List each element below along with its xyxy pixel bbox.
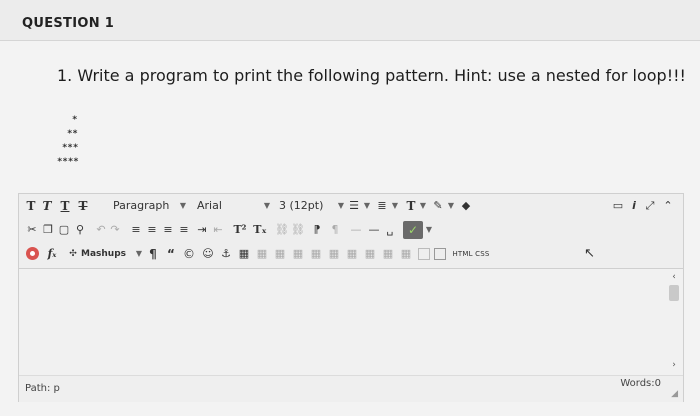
align-center-icon[interactable]: ≡	[145, 219, 159, 241]
horizontal-line-icon[interactable]: —	[349, 219, 363, 241]
fullscreen-icon[interactable]: ⤢	[643, 195, 657, 217]
formula-button[interactable]: fₓ	[43, 243, 61, 265]
table-split-icon[interactable]: ▦	[327, 243, 341, 265]
html-css-button[interactable]: HTML CSS	[451, 243, 491, 265]
scroll-thumb[interactable]	[669, 285, 679, 301]
pattern-line: *	[72, 115, 78, 125]
table-merge-icon[interactable]: ▦	[309, 243, 323, 265]
editor-content-area[interactable]	[19, 269, 683, 374]
ltr-icon[interactable]: ⁋	[309, 219, 325, 241]
copy-icon[interactable]: ❐	[41, 219, 55, 241]
copyright-button[interactable]: ©	[183, 243, 195, 265]
mouse-cursor-icon: ↖	[584, 246, 595, 261]
box-icon[interactable]	[417, 243, 431, 265]
resize-grip-icon[interactable]: ◢	[671, 389, 678, 399]
font-size-select[interactable]: 3 (12pt)	[279, 195, 331, 217]
chevron-down-icon[interactable]: ▼	[419, 195, 427, 217]
pattern-line: ****	[57, 157, 79, 167]
element-path: Path: p	[25, 383, 60, 394]
table-insert-icon[interactable]: ▦	[381, 243, 395, 265]
box-icon[interactable]	[433, 243, 447, 265]
editor-scrollbar[interactable]: ‹ ›	[667, 271, 681, 371]
table-delete-icon[interactable]: ▦	[345, 243, 359, 265]
strikethrough-button[interactable]: T	[77, 195, 89, 217]
record-icon[interactable]	[26, 247, 39, 260]
chevron-down-icon[interactable]: ▼	[391, 195, 399, 217]
chevron-down-icon[interactable]: ▼	[263, 195, 271, 217]
question-text: 1. Write a program to print the followin…	[57, 66, 686, 85]
unlink-icon[interactable]: ⛓	[291, 219, 305, 241]
numbered-list-icon[interactable]: ≣	[375, 195, 389, 217]
paragraph-select[interactable]: Paragraph	[113, 195, 179, 217]
spellcheck-icon[interactable]: ▭	[611, 195, 625, 217]
table-props-icon[interactable]: ▦	[363, 243, 377, 265]
answer-editor: T T T T Paragraph ▼ Arial ▼ 3 (12pt) ▼ ☰…	[18, 193, 684, 402]
indent-icon[interactable]: ⇥	[195, 219, 209, 241]
editor-statusbar: Path: p Words:0 ◢	[19, 375, 683, 402]
redo-icon[interactable]: ↷	[109, 219, 121, 241]
eraser-icon[interactable]: ◆	[459, 195, 473, 217]
paste-icon[interactable]: ▢	[57, 219, 71, 241]
bullet-list-icon[interactable]: ☰	[347, 195, 361, 217]
link-icon[interactable]: ⛓	[275, 219, 289, 241]
align-justify-icon[interactable]: ≡	[177, 219, 191, 241]
bold-button[interactable]: T	[25, 195, 37, 217]
scroll-down-icon[interactable]: ›	[667, 359, 681, 371]
pattern-line: ***	[62, 143, 79, 153]
italic-button[interactable]: T	[41, 195, 53, 217]
cut-icon[interactable]: ✂	[25, 219, 39, 241]
table-remove-icon[interactable]: ▦	[399, 243, 413, 265]
question-title: QUESTION 1	[22, 16, 115, 31]
highlight-pen-icon[interactable]: ✎	[431, 195, 445, 217]
nonbreaking-space-icon[interactable]: ␣	[383, 219, 397, 241]
outdent-icon[interactable]: ⇤	[211, 219, 225, 241]
scroll-up-icon[interactable]: ‹	[667, 271, 681, 283]
rtl-icon[interactable]: ¶	[327, 219, 343, 241]
align-left-icon[interactable]: ≡	[129, 219, 143, 241]
anchor-icon[interactable]: ⚓	[219, 243, 233, 265]
table-cell-icon[interactable]: ▦	[291, 243, 305, 265]
spellcheck-toggle-icon[interactable]: ✓	[403, 221, 423, 239]
chevron-down-icon[interactable]: ▼	[447, 195, 455, 217]
question-header: QUESTION 1	[0, 0, 700, 41]
mashups-select[interactable]: Mashups	[81, 243, 135, 265]
font-select[interactable]: Arial	[197, 195, 237, 217]
pilcrow-button[interactable]: ¶	[147, 243, 159, 265]
blockquote-button[interactable]: “	[165, 243, 177, 265]
hr-icon[interactable]: —	[367, 219, 381, 241]
chevron-down-icon[interactable]: ▼	[337, 195, 345, 217]
chevron-down-icon[interactable]: ▼	[363, 195, 371, 217]
table-icon[interactable]: ▦	[237, 243, 251, 265]
underline-button[interactable]: T	[59, 195, 71, 217]
table-row-icon[interactable]: ▦	[255, 243, 269, 265]
mashups-icon[interactable]: ✣	[67, 243, 79, 265]
chevron-down-icon[interactable]: ▼	[425, 219, 433, 241]
subscript-button[interactable]: Tₓ	[251, 219, 269, 241]
superscript-button[interactable]: T²	[231, 219, 249, 241]
table-col-icon[interactable]: ▦	[273, 243, 287, 265]
emoji-icon[interactable]: ☺	[201, 243, 215, 265]
toolbar-row-2: ✂ ❐ ▢ ⚲ ↶ ↷ ≡ ≡ ≡ ≡ ⇥ ⇤ T² Tₓ ⛓ ⛓ ⁋ ¶ — …	[19, 219, 683, 241]
align-right-icon[interactable]: ≡	[161, 219, 175, 241]
chevron-down-icon[interactable]: ▼	[135, 243, 143, 265]
star-pattern: * ** *** ****	[57, 113, 79, 169]
toolbar-row-1: T T T T Paragraph ▼ Arial ▼ 3 (12pt) ▼ ☰…	[19, 195, 683, 217]
info-icon[interactable]: i	[629, 195, 639, 217]
chevron-down-icon[interactable]: ▼	[179, 195, 187, 217]
word-count: Words:0	[620, 378, 661, 389]
find-icon[interactable]: ⚲	[73, 219, 87, 241]
text-color-button[interactable]: T	[405, 195, 417, 217]
undo-icon[interactable]: ↶	[95, 219, 107, 241]
pattern-line: **	[67, 129, 78, 139]
collapse-toolbar-icon[interactable]: ⌃	[661, 195, 675, 217]
